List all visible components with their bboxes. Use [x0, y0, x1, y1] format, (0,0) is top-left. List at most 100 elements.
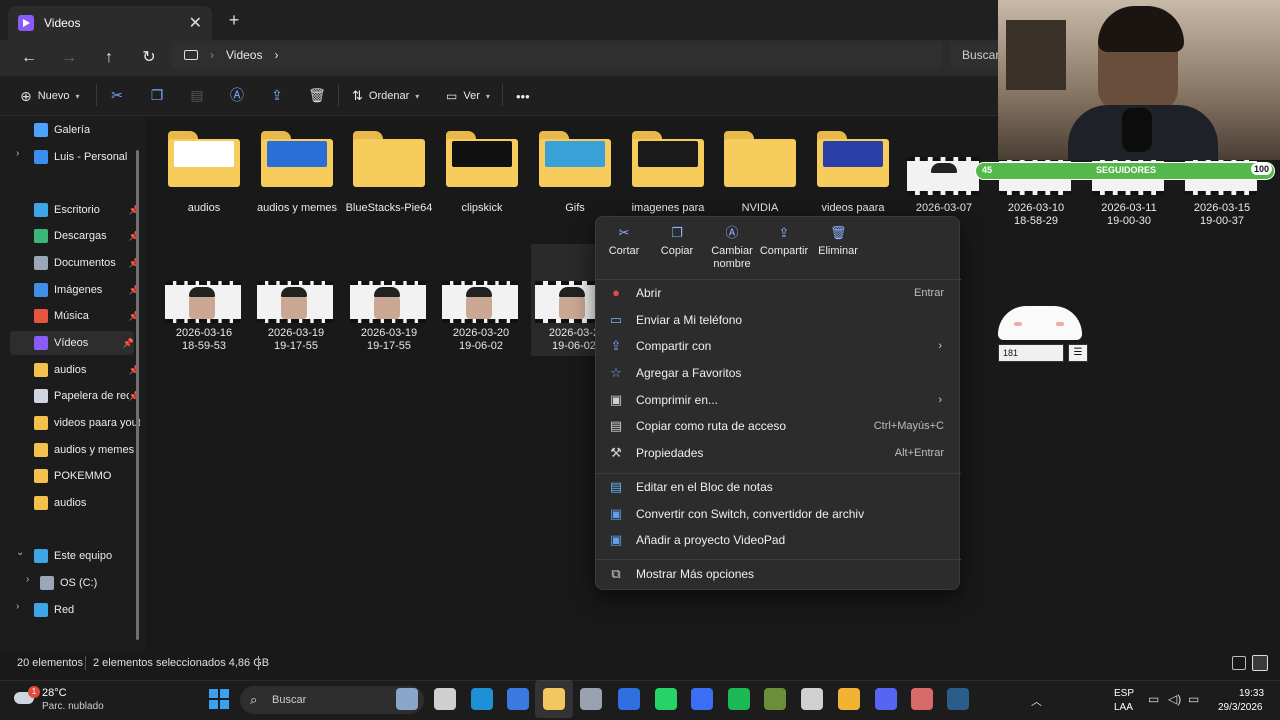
folder-icon[interactable] — [446, 131, 518, 187]
video-date[interactable]: 2026-03-19 — [251, 327, 341, 340]
paste-icon[interactable]: ▤ — [188, 86, 206, 104]
video-time[interactable]: 19-00-30 — [1084, 215, 1174, 228]
cortar-button[interactable]: ✂ Cortar — [598, 225, 650, 258]
clock-date[interactable]: 29/3/2026 — [1218, 702, 1263, 713]
sidebar-item-audios-y-memes[interactable]: audios y memes — [34, 438, 140, 462]
sidebar-item-audios[interactable]: audios 📌 — [34, 358, 140, 382]
sidebar-scrollbar[interactable] — [136, 150, 139, 640]
video-thumbnail[interactable] — [257, 281, 333, 323]
video-time[interactable]: 18-59-53 — [159, 340, 249, 353]
new-tab-button[interactable]: + — [222, 8, 246, 32]
menu-item-notepad[interactable]: ▤ Editar en el Bloc de notas — [602, 474, 954, 500]
video-date[interactable]: 2026-03-19 — [344, 327, 434, 340]
language-primary[interactable]: ESP — [1114, 688, 1134, 699]
copy-icon[interactable]: ❐ — [148, 86, 166, 104]
view-button[interactable]: ▭ Ver ▾ — [446, 84, 490, 108]
details-view-icon[interactable] — [1232, 656, 1246, 670]
sidebar-item-videos-paara-yout[interactable]: videos paara yout — [34, 411, 140, 435]
weather-icon[interactable]: 1 — [14, 686, 40, 706]
video-thumbnail[interactable] — [442, 281, 518, 323]
copiar-button[interactable]: ❐ Copiar — [651, 225, 703, 258]
volume-icon[interactable]: ◁) — [1168, 692, 1181, 706]
folder-label[interactable]: Gifs — [530, 202, 620, 215]
video-time[interactable]: 19-06-02 — [436, 340, 526, 353]
expand-chevron-icon[interactable]: › — [26, 574, 29, 585]
menu-item-zip[interactable]: ▣ Comprimir en... › — [602, 387, 954, 413]
video-date[interactable]: 2026-03-20 — [436, 327, 526, 340]
folder-icon[interactable] — [724, 131, 796, 187]
menu-item-star[interactable]: ☆ Agregar a Favoritos — [602, 360, 954, 386]
menu-item-path[interactable]: ▤ Copiar como ruta de acceso Ctrl+Mayús+C — [602, 413, 954, 439]
expand-chevron-icon[interactable]: › — [16, 148, 19, 159]
sidebar-item-os-c-[interactable]: OS (C:) — [40, 571, 140, 595]
network-icon[interactable]: ▭ — [1148, 692, 1159, 706]
discord-icon[interactable] — [875, 688, 897, 710]
show-more-options[interactable]: ⧉ Mostrar Más opciones — [602, 561, 954, 587]
expand-chevron-icon[interactable]: › — [16, 601, 19, 612]
video-thumbnail[interactable] — [350, 281, 426, 323]
video-thumbnail[interactable] — [535, 281, 595, 323]
cube-app-icon[interactable] — [580, 688, 602, 710]
video-time[interactable]: 19-00-37 — [1177, 215, 1267, 228]
share-icon[interactable]: ⇪ — [268, 86, 286, 104]
sidebar-item-galería[interactable]: Galería — [34, 118, 140, 142]
up-arrow-icon[interactable]: ↑ — [95, 46, 123, 70]
chevron-up-icon[interactable]: ︿ — [1031, 693, 1042, 709]
menu-item-videopad[interactable]: ▣ Añadir a proyecto VideoPad — [602, 527, 954, 553]
folder-icon[interactable] — [632, 131, 704, 187]
sidebar-item-música[interactable]: Música 📌 — [34, 304, 140, 328]
sidebar-item-imágenes[interactable]: Imágenes 📌 — [34, 278, 140, 302]
menu-item-wrench[interactable]: ⚒ Propiedades Alt+Entrar — [602, 440, 954, 466]
video-thumbnail[interactable] — [907, 157, 979, 195]
address-bar[interactable]: › Videos › — [172, 41, 942, 69]
cambiar-nombre-button[interactable]: Ⓐ Cambiar nombre — [704, 225, 760, 271]
minecraft-icon[interactable] — [764, 688, 786, 710]
sidebar-item-vídeos[interactable]: Vídeos 📌 — [10, 331, 134, 355]
folder-icon[interactable] — [353, 131, 425, 187]
compartir-button[interactable]: ⇪ Compartir — [758, 225, 810, 258]
video-date[interactable]: 2026-03-15 — [1177, 202, 1267, 215]
sidebar-item-red[interactable]: Red — [34, 598, 140, 622]
back-arrow-icon[interactable]: ← — [15, 46, 43, 70]
image-app-icon[interactable] — [911, 688, 933, 710]
video-date[interactable]: 2026-03-10 — [991, 202, 1081, 215]
folder-icon[interactable] — [817, 131, 889, 187]
sidebar-item-escritorio[interactable]: Escritorio 📌 — [34, 198, 140, 222]
folder-icon[interactable] — [168, 131, 240, 187]
language-secondary[interactable]: LAA — [1114, 702, 1133, 713]
collapse-chevron-icon[interactable]: ⌄ — [16, 547, 24, 558]
menu-item-share-with[interactable]: ⇪ Compartir con › — [602, 333, 954, 359]
battery-icon[interactable]: ▭ — [1188, 692, 1199, 706]
folder-label[interactable]: videos paara — [808, 202, 898, 215]
new-button[interactable]: ⊕ Nuevo ▾ — [20, 84, 80, 108]
roblox-icon[interactable] — [691, 688, 713, 710]
cut-icon[interactable]: ✂ — [108, 86, 126, 104]
assistant-icon[interactable] — [396, 688, 418, 710]
folder-label[interactable]: clipskick — [437, 202, 527, 215]
sidebar-item-pokemmo[interactable]: POKEMMO — [34, 464, 140, 488]
folder-label[interactable]: audios y memes — [252, 202, 342, 215]
folder-label[interactable]: BlueStacks-Pie64 — [344, 202, 434, 215]
video-thumbnail[interactable] — [165, 281, 241, 323]
sidebar-item-descargas[interactable]: Descargas 📌 — [34, 224, 140, 248]
clock-time[interactable]: 19:33 — [1239, 688, 1264, 699]
sidebar-item-este-equipo[interactable]: Este equipo — [34, 544, 140, 568]
eliminar-button[interactable]: 🗑 Eliminar — [812, 225, 864, 258]
sort-button[interactable]: ⇅ Ordenar ▾ — [352, 84, 419, 108]
tiles-view-icon[interactable] — [1252, 655, 1268, 671]
obs-icon[interactable] — [801, 688, 823, 710]
folder-label[interactable]: NVIDIA — [715, 202, 805, 215]
spotify-icon[interactable] — [728, 688, 750, 710]
edge-icon[interactable] — [471, 688, 493, 710]
menu-item-open[interactable]: ● Abrir Entrar — [602, 280, 954, 306]
rename-icon[interactable]: Ⓐ — [228, 86, 246, 104]
sidebar-item-audios[interactable]: audios — [34, 491, 140, 515]
menu-item-switch[interactable]: ▣ Convertir con Switch, convertidor de ar… — [602, 501, 954, 527]
video-time[interactable]: 19-17-55 — [344, 340, 434, 353]
close-tab-icon[interactable]: ✕ — [189, 13, 202, 33]
video-time[interactable]: 18-58-29 — [991, 215, 1081, 228]
more-options-button[interactable]: ••• — [516, 84, 530, 108]
video-time[interactable]: 19-17-55 — [251, 340, 341, 353]
task-view-icon[interactable] — [434, 688, 456, 710]
folder-label[interactable]: imagenes para — [623, 202, 713, 215]
